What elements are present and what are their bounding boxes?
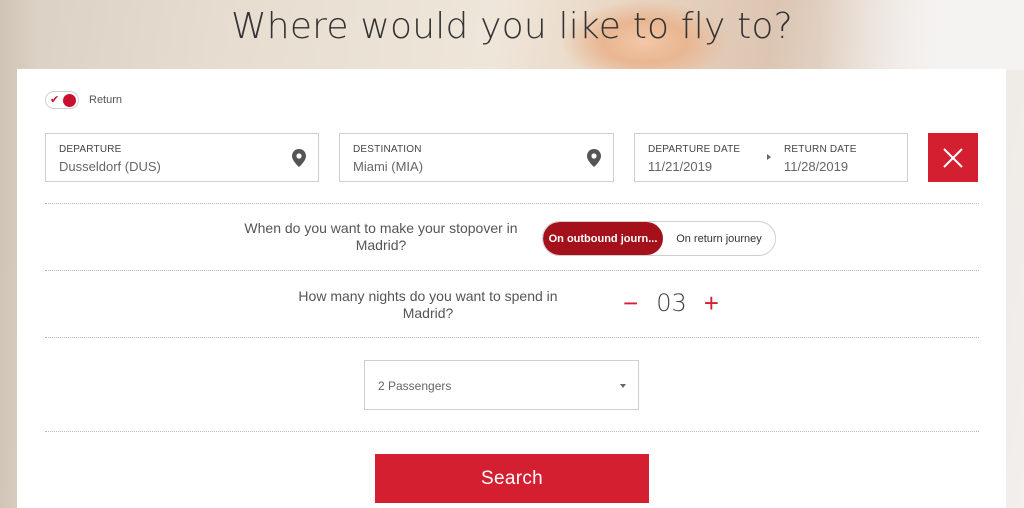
date-arrow-icon — [767, 154, 771, 160]
return-toggle-row: ✔ Return — [45, 91, 122, 109]
departure-date-label: DEPARTURE DATE — [648, 144, 741, 155]
stopover-question: When do you want to make your stopover i… — [244, 220, 518, 253]
divider — [45, 337, 979, 338]
stopover-segmented-control: On outbound journ... On return journey — [542, 221, 776, 256]
return-journey-option[interactable]: On return journey — [663, 222, 775, 255]
flight-search-panel: ✔ Return DEPARTURE Dusseldorf (DUS) DEST… — [17, 69, 1006, 508]
page-title: Where would you like to fly to? — [231, 6, 793, 47]
passengers-value: 2 Passengers — [378, 379, 452, 393]
return-date-value: 11/28/2019 — [784, 159, 849, 174]
destination-value: Miami (MIA) — [353, 159, 424, 174]
nights-stepper: − 03 + — [623, 289, 719, 317]
outbound-journey-option[interactable]: On outbound journ... — [543, 222, 663, 255]
departure-field[interactable]: DEPARTURE Dusseldorf (DUS) — [45, 133, 319, 182]
return-label: Return — [89, 94, 123, 106]
divider — [45, 270, 979, 271]
location-pin-icon — [292, 149, 306, 167]
divider — [45, 203, 979, 204]
destination-label: DESTINATION — [353, 144, 422, 155]
dates-field[interactable]: DEPARTURE DATE 11/21/2019 RETURN DATE 11… — [634, 133, 908, 182]
destination-field[interactable]: DESTINATION Miami (MIA) — [339, 133, 614, 182]
divider — [45, 431, 979, 432]
departure-date-value: 11/21/2019 — [648, 159, 713, 174]
return-toggle[interactable]: ✔ — [45, 91, 79, 109]
search-button[interactable]: Search — [375, 454, 649, 503]
toggle-knob — [63, 94, 76, 107]
close-button[interactable] — [928, 133, 978, 182]
return-date-label: RETURN DATE — [784, 144, 857, 155]
nights-question: How many nights do you want to spend in … — [298, 288, 558, 321]
close-icon — [943, 147, 963, 168]
decrease-nights-button[interactable]: − — [623, 289, 638, 317]
departure-label: DEPARTURE — [59, 144, 122, 155]
increase-nights-button[interactable]: + — [704, 289, 719, 317]
chevron-down-icon — [620, 384, 626, 388]
nights-value: 03 — [656, 289, 687, 317]
passengers-select[interactable]: 2 Passengers — [364, 360, 639, 410]
check-icon: ✔ — [50, 94, 60, 106]
location-pin-icon — [587, 149, 601, 167]
departure-value: Dusseldorf (DUS) — [59, 159, 161, 174]
